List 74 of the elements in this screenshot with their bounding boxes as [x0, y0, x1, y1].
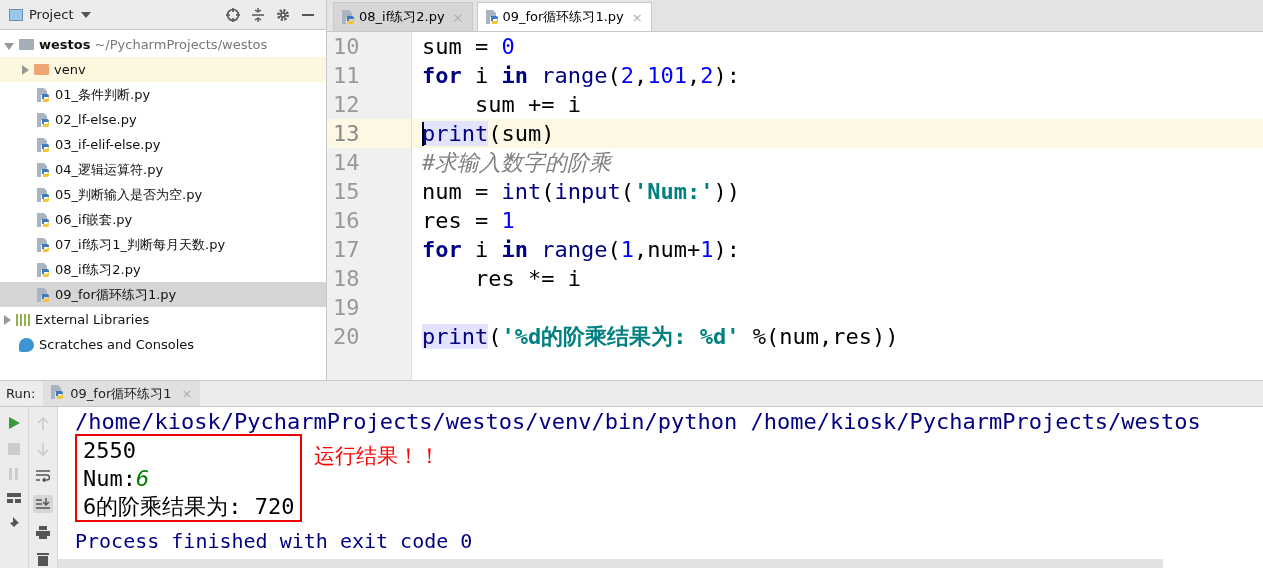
- collapsed-arrow-icon[interactable]: [4, 314, 11, 325]
- python-file-icon: [51, 385, 65, 399]
- run-tab[interactable]: 09_for循环练习1 ×: [43, 381, 201, 406]
- code-line: sum = 0: [421, 33, 516, 61]
- code-line: #求输入数字的阶乘: [421, 149, 614, 177]
- line-number: 19: [332, 294, 361, 322]
- tree-item[interactable]: westos ~/PycharmProjects/westos: [0, 32, 326, 57]
- tree-item[interactable]: 09_for循环练习1.py: [0, 282, 326, 307]
- line-number: 12: [332, 91, 361, 119]
- code-line: sum += i: [473, 91, 582, 119]
- run-icon[interactable]: [7, 416, 21, 430]
- target-icon[interactable]: [226, 7, 240, 22]
- code-line: print('%d的阶乘结果为: %d' %(num,res)): [421, 323, 900, 351]
- python-file-icon: [37, 212, 50, 227]
- line-number: 11: [332, 62, 361, 90]
- python-file-icon: [37, 187, 50, 202]
- tree-item[interactable]: 03_if-elif-else.py: [0, 132, 326, 157]
- tree-item[interactable]: 08_if练习2.py: [0, 257, 326, 282]
- layout-icon[interactable]: [7, 493, 21, 503]
- code-line: res *= i: [473, 265, 582, 293]
- tree-item[interactable]: 01_条件判断.py: [0, 82, 326, 107]
- console-line: Num:6: [83, 465, 151, 492]
- line-number: 20: [332, 323, 361, 351]
- console-line: 2550: [83, 437, 137, 464]
- python-file-icon: [342, 10, 355, 24]
- folder-icon: [34, 64, 49, 75]
- annotation-text: 运行结果！！: [314, 443, 441, 470]
- console-line: 6的阶乘结果为: 720: [83, 493, 295, 520]
- window-icon: [9, 8, 23, 21]
- line-number: 10: [332, 33, 361, 61]
- tree-item[interactable]: 06_if嵌套.py: [0, 207, 326, 232]
- python-file-icon: [37, 87, 50, 102]
- tree-item[interactable]: venv: [0, 57, 326, 82]
- code-line: res = 1: [421, 207, 516, 235]
- scratches-icon: [19, 337, 34, 352]
- python-file-icon: [37, 262, 50, 277]
- python-file-icon: [37, 137, 50, 152]
- code-line: num = int(input('Num:')): [421, 178, 741, 206]
- python-file-icon: [37, 287, 50, 302]
- line-number: 17: [332, 236, 361, 264]
- run-label: Run:: [5, 386, 37, 401]
- trash-icon[interactable]: [37, 552, 49, 566]
- library-icon: [16, 313, 30, 326]
- code-line: for i in range(1,num+1):: [421, 236, 741, 264]
- scroll-to-end-button[interactable]: [33, 495, 53, 513]
- line-number: 18: [332, 265, 361, 293]
- tree-item[interactable]: 07_if练习1_判断每月天数.py: [0, 232, 326, 257]
- line-number: 14: [332, 149, 361, 177]
- project-dropdown[interactable]: Project: [29, 6, 92, 23]
- python-file-icon: [37, 162, 50, 177]
- pin-icon[interactable]: [8, 516, 20, 530]
- tree-item[interactable]: 02_lf-else.py: [0, 107, 326, 132]
- code-line: for i in range(2,101,2):: [421, 62, 741, 90]
- console-line: Process finished with exit code 0: [75, 530, 473, 552]
- line-number: 16: [332, 207, 361, 235]
- python-file-icon: [485, 10, 499, 24]
- collapse-icon[interactable]: [252, 7, 264, 22]
- python-file-icon: [37, 112, 50, 127]
- settings-icon[interactable]: [276, 7, 290, 22]
- tree-item[interactable]: External Libraries: [0, 307, 326, 332]
- folder-icon: [19, 39, 34, 50]
- code-editor[interactable]: 10 11 12 13 14 15 16 17 18 19 20 sum = 0 for i in range(2,101,2): sum += i print(sum) #求输入数字的阶乘 num = int(input('Num:')) res = 1 for i in range(1,num+1): res *= i print('%d的阶乘结果为: %d' %(num,res)): [327, 32, 1263, 380]
- editor-tab[interactable]: 09_for循环练习1.py ×: [476, 2, 652, 31]
- tree-item[interactable]: 05_判断输入是否为空.py: [0, 182, 326, 207]
- text-caret: [422, 122, 424, 146]
- python-file-icon: [37, 237, 50, 252]
- console-line: /home/kiosk/PycharmProjects/westos/venv/bin/python /home/kiosk/PycharmProjects/westos: [75, 408, 1201, 434]
- print-icon[interactable]: [36, 526, 50, 539]
- wrap-icon[interactable]: [36, 470, 50, 482]
- tree-item[interactable]: 04_逻辑运算符.py: [0, 157, 326, 182]
- line-number: 13: [327, 119, 411, 148]
- line-number: 15: [332, 178, 361, 206]
- tree-item[interactable]: Scratches and Consoles: [0, 332, 326, 357]
- editor-tab[interactable]: 08_if练习2.py ×: [333, 2, 473, 31]
